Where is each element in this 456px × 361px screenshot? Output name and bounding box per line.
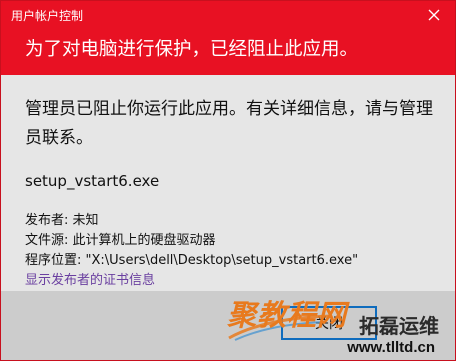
- dialog-footer: 关闭: [1, 291, 455, 360]
- uac-dialog: 用户帐户控制 为了对电脑进行保护，已经阻止此应用。 管理员已阻止你运行此应用。有…: [0, 0, 456, 361]
- dialog-body: 管理员已阻止你运行此应用。有关详细信息，请与管理员联系。 setup_vstar…: [25, 95, 435, 291]
- file-origin-row: 文件源: 此计算机上的硬盘驱动器: [25, 233, 216, 248]
- close-icon[interactable]: [425, 6, 443, 24]
- admin-message: 管理员已阻止你运行此应用。有关详细信息，请与管理员联系。: [25, 99, 433, 148]
- program-location-row: 程序位置: "X:\Users\dell\Desktop\setup_vstar…: [25, 253, 359, 268]
- close-button[interactable]: 关闭: [281, 306, 377, 340]
- program-details: 发布者: 未知 文件源: 此计算机上的硬盘驱动器 程序位置: "X:\Users…: [25, 211, 435, 271]
- publisher-row: 发布者: 未知: [25, 213, 99, 228]
- window-caption: 用户帐户控制: [11, 9, 84, 23]
- program-filename: setup_vstart6.exe: [25, 172, 160, 190]
- warning-banner: 用户帐户控制 为了对电脑进行保护，已经阻止此应用。: [1, 1, 455, 75]
- blocked-headline: 为了对电脑进行保护，已经阻止此应用。: [25, 39, 359, 60]
- certificate-info-link[interactable]: 显示发布者的证书信息: [25, 271, 435, 291]
